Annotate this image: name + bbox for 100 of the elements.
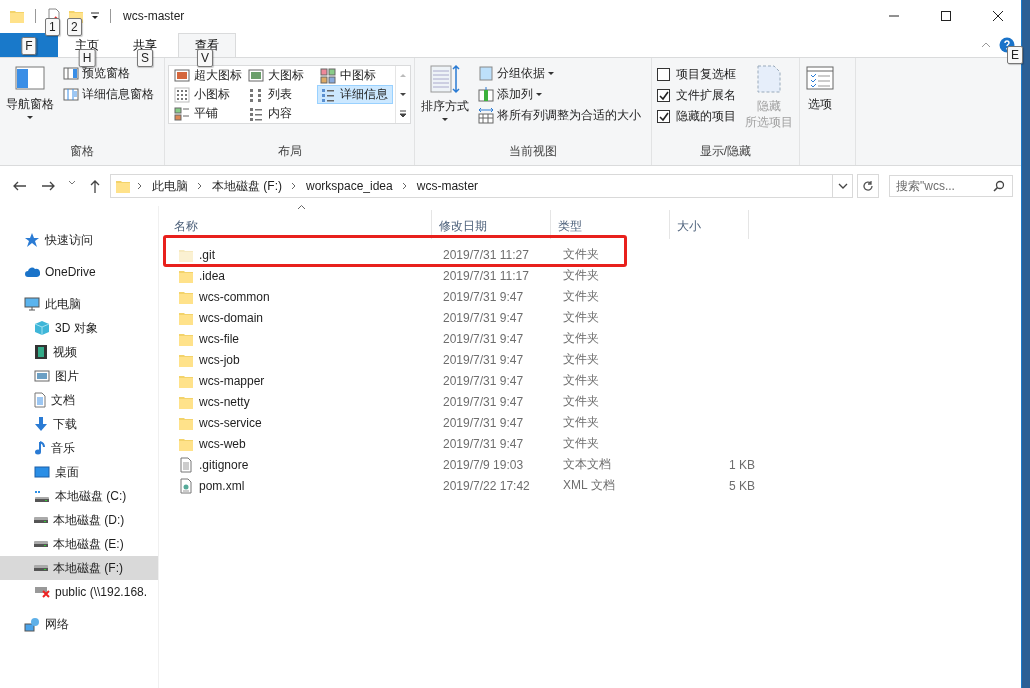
folder-icon (115, 178, 131, 194)
dropdown-icon[interactable] (837, 181, 848, 191)
nav-item[interactable]: 本地磁盘 (E:) (0, 532, 158, 556)
file-name[interactable]: wcs-service (199, 415, 262, 430)
film-icon (34, 344, 48, 360)
file-name[interactable]: wcs-job (199, 352, 240, 367)
date-cell-text: 2019/7/9 19:03 (442, 457, 525, 472)
keytip: V (197, 49, 213, 67)
collapse-icon[interactable] (981, 42, 991, 48)
nav-item[interactable]: 音乐 (0, 436, 158, 460)
nav-item[interactable]: 此电脑 (0, 292, 158, 316)
type-cell-text: 文件夹 (562, 435, 600, 452)
layout-option[interactable]: 大图标 (245, 66, 317, 85)
layout-option[interactable]: 超大图标 (171, 66, 245, 85)
group-title: 布局 (277, 144, 302, 158)
nav-item[interactable]: OneDrive (0, 260, 158, 284)
layout-option[interactable]: 平铺 (171, 104, 245, 123)
chevron-icon[interactable] (401, 182, 408, 190)
nav-item[interactable]: 快速访问 (0, 228, 158, 252)
chevron-icon[interactable] (137, 182, 143, 190)
ribbon-button[interactable]: 将所有列调整为合适的大小 (476, 105, 643, 126)
nav-item[interactable]: 图片 (0, 364, 158, 388)
refresh-button[interactable] (857, 174, 879, 198)
ribbon-button[interactable]: 添加列 (476, 84, 643, 105)
ribbon-button[interactable]: 导航窗格 (3, 62, 57, 143)
address-bar[interactable]: 此电脑 本地磁盘 (F:) workspace_idea wcs-master (110, 174, 853, 198)
pane-icon (15, 64, 45, 92)
layout-option[interactable]: 中图标 (317, 66, 393, 85)
file-name[interactable]: wcs-mapper (199, 373, 265, 388)
nav-item[interactable]: 网络 (0, 612, 158, 636)
keytip: 2 (67, 18, 82, 36)
chevron-icon[interactable] (197, 182, 203, 190)
nav-item[interactable]: 下载 (0, 412, 158, 436)
checkbox[interactable] (657, 89, 670, 102)
ribbon-button[interactable]: 选项 (803, 62, 837, 143)
file-name[interactable]: wcs-web (199, 436, 246, 451)
type-cell-text: 文件夹 (562, 309, 600, 326)
nav-item[interactable]: 3D 对象 (0, 316, 158, 340)
checkbox-label[interactable]: 文件扩展名 (676, 87, 736, 104)
more-icon[interactable] (399, 109, 407, 118)
refresh-icon[interactable] (862, 180, 874, 192)
ribbon-button[interactable]: 分组依据 (476, 63, 643, 84)
checkbox-label[interactable]: 项目复选框 (676, 66, 736, 83)
layout-option[interactable]: 列表 (245, 85, 317, 104)
type-cell-text: 文件夹 (562, 393, 600, 410)
type-cell-text: 文件夹 (562, 246, 600, 263)
nav-item[interactable]: 视频 (0, 340, 158, 364)
caret-icon[interactable] (548, 71, 554, 76)
nav-item[interactable]: 文档 (0, 388, 158, 412)
date-cell-text: 2019/7/31 9:47 (442, 352, 525, 367)
nav-item[interactable]: 本地磁盘 (D:) (0, 508, 158, 532)
nav-item[interactable]: 本地磁盘 (F:) (0, 556, 158, 580)
keytip: 1 (45, 18, 60, 36)
back-icon[interactable] (12, 179, 28, 193)
nav-item[interactable]: public (\\192.168. (0, 580, 158, 604)
column-header[interactable]: 大小 (670, 210, 749, 239)
checkbox[interactable] (657, 110, 670, 123)
column-header[interactable]: 修改日期 (432, 210, 551, 239)
breadcrumb[interactable]: wcs-master (413, 179, 482, 193)
maximize-icon[interactable] (941, 11, 951, 21)
file-name[interactable]: .git (199, 247, 215, 262)
grid-icon (320, 68, 336, 83)
breadcrumb[interactable]: 此电脑 (149, 177, 191, 195)
layout-option[interactable]: 内容 (245, 104, 317, 123)
column-icon (478, 107, 494, 124)
file-name[interactable]: .idea (199, 268, 226, 283)
forward-icon[interactable] (40, 179, 56, 193)
music-note-icon (34, 441, 46, 455)
checkbox-label[interactable]: 隐藏的项目 (676, 108, 736, 125)
breadcrumb[interactable]: 本地磁盘 (F:) (209, 177, 285, 195)
up-icon[interactable] (88, 179, 102, 193)
layout-option[interactable]: 详细信息 (317, 85, 393, 104)
list-icon (250, 107, 262, 121)
file-name[interactable]: pom.xml (199, 478, 245, 493)
document-icon (178, 456, 194, 473)
scroll-down-icon[interactable] (399, 90, 407, 99)
nav-item[interactable]: 本地磁盘 (C:) (0, 484, 158, 508)
file-name[interactable]: .gitignore (199, 457, 249, 472)
date-cell-text: 2019/7/31 11:27 (442, 247, 530, 262)
checkbox[interactable] (657, 68, 670, 81)
nav-item[interactable]: 桌面 (0, 460, 158, 484)
search-field[interactable]: 搜索"wcs... (889, 175, 1013, 197)
file-name[interactable]: wcs-file (199, 331, 239, 346)
caret-icon[interactable] (27, 116, 33, 120)
group-icon (478, 65, 494, 82)
ribbon-button[interactable]: 排序方式 (418, 62, 472, 143)
column-header[interactable]: 名称 (167, 210, 432, 239)
column-header[interactable]: 类型 (551, 210, 670, 239)
breadcrumb[interactable]: workspace_idea (303, 179, 396, 193)
close-icon[interactable] (993, 11, 1003, 21)
caret-icon[interactable] (442, 118, 448, 122)
file-name[interactable]: wcs-common (199, 289, 270, 304)
date-cell-text: 2019/7/31 9:47 (442, 373, 525, 388)
chevron-icon[interactable] (291, 182, 297, 190)
caret-icon[interactable] (536, 92, 542, 97)
layout-option[interactable]: 小图标 (171, 85, 245, 104)
ribbon-button[interactable]: 详细信息窗格 (61, 84, 156, 105)
dropdown-icon[interactable] (90, 11, 100, 21)
file-name[interactable]: wcs-domain (199, 310, 264, 325)
file-name[interactable]: wcs-netty (199, 394, 250, 409)
